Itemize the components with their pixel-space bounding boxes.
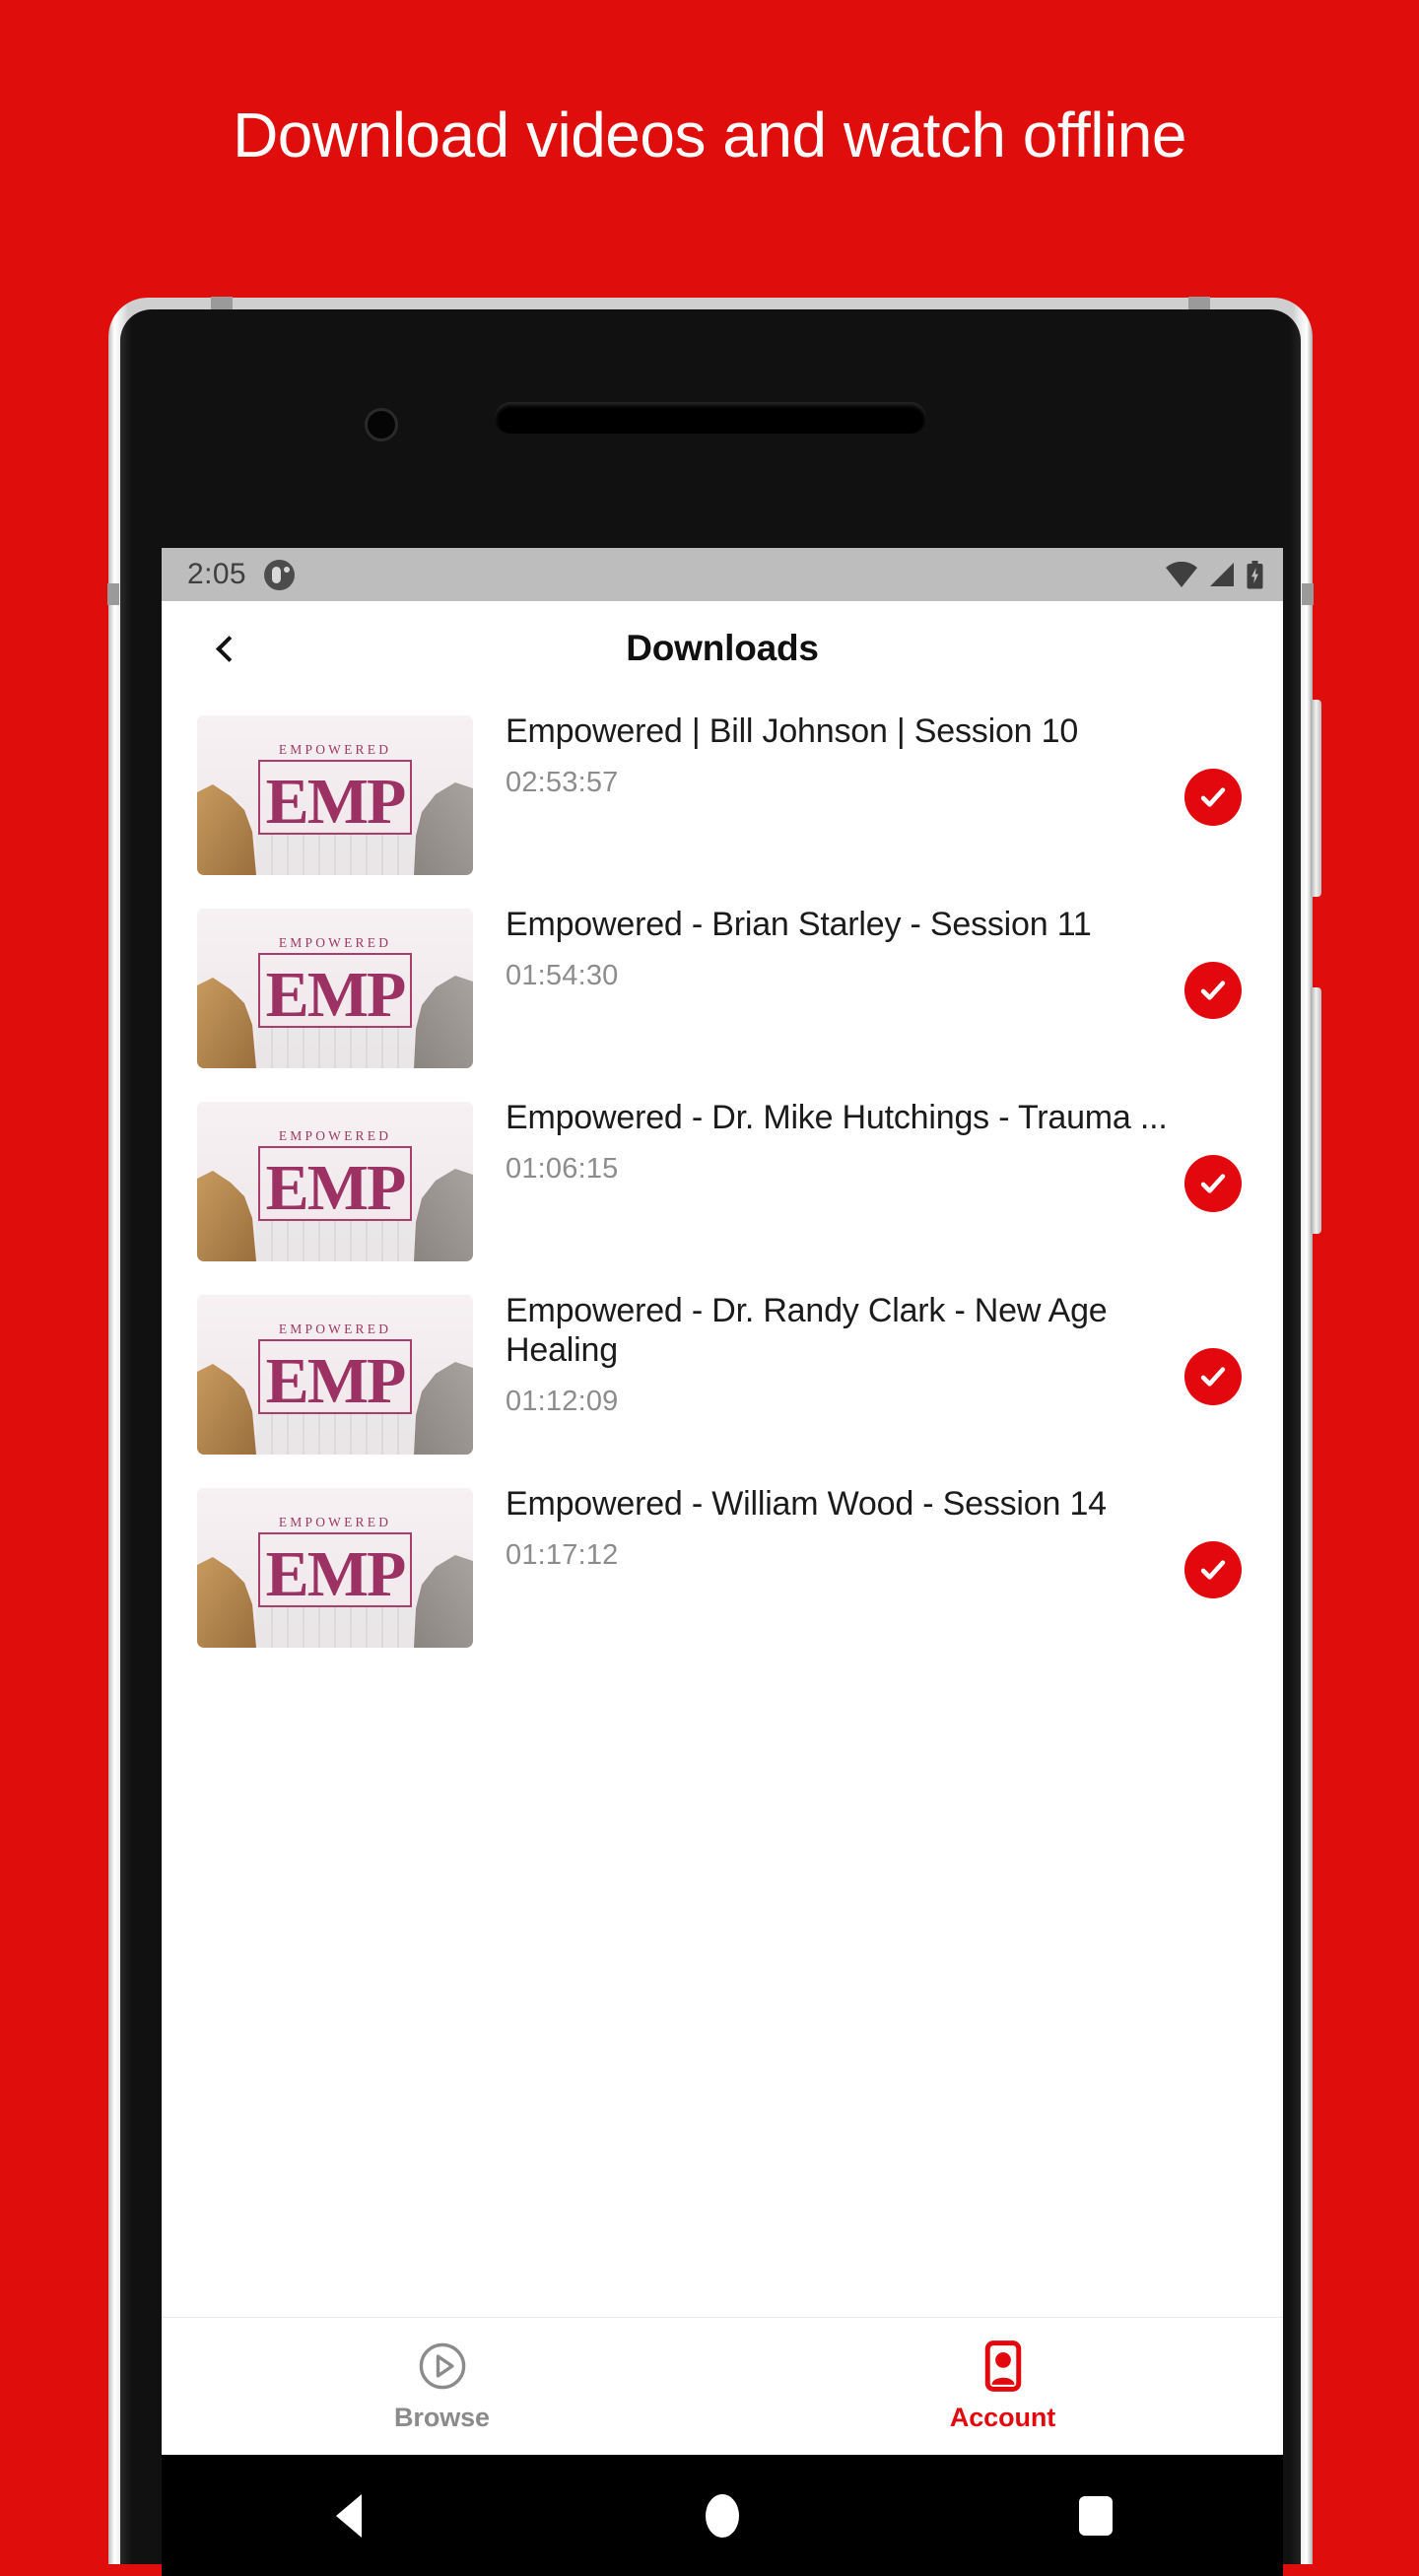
download-list-item[interactable]: EMPOWERED EMP Empowered | Bill Johnson |… [162, 696, 1283, 889]
home-circle-icon [705, 2493, 739, 2538]
svg-text:EMPOWERED: EMPOWERED [279, 1128, 391, 1143]
svg-text:EMP: EMP [266, 1152, 405, 1224]
svg-text:EMPOWERED: EMPOWERED [279, 742, 391, 757]
page-title: Downloads [626, 628, 819, 668]
downloaded-status-badge[interactable] [1184, 962, 1242, 1019]
tab-account-label: Account [949, 2403, 1056, 2432]
svg-text:EMPOWERED: EMPOWERED [279, 935, 391, 950]
device-antenna-tab-top-right [1188, 297, 1210, 310]
power-button[interactable] [1311, 700, 1321, 897]
download-list-item[interactable]: EMPOWERED EMP Empowered - Dr. Randy Clar… [162, 1275, 1283, 1468]
svg-text:EMP: EMP [266, 959, 405, 1031]
download-item-title: Empowered | Bill Johnson | Session 10 [506, 712, 1079, 750]
tab-browse-label: Browse [394, 2403, 490, 2432]
video-thumbnail: EMPOWERED EMP [197, 715, 473, 875]
download-item-duration: 01:06:15 [506, 1153, 619, 1186]
recents-square-icon [1079, 2495, 1114, 2536]
downloaded-status-badge[interactable] [1184, 769, 1242, 826]
play-circle-icon [419, 2342, 465, 2390]
status-bar: 2:05 [162, 548, 1283, 601]
back-button[interactable] [197, 620, 254, 677]
download-list-item[interactable]: EMPOWERED EMP Empowered - William Wood -… [162, 1468, 1283, 1661]
volume-button[interactable] [1311, 987, 1321, 1234]
bottom-tab-bar: Browse Account [162, 2317, 1283, 2455]
earpiece-speaker-icon [495, 402, 926, 434]
video-thumbnail: EMPOWERED EMP [197, 1488, 473, 1648]
android-home-button[interactable] [535, 2493, 909, 2538]
check-icon [1200, 1174, 1226, 1193]
svg-text:EMPOWERED: EMPOWERED [279, 1322, 391, 1336]
downloaded-status-badge[interactable] [1184, 1155, 1242, 1212]
phone-screen: 2:05 Downloads EMPOWERED EMP Empowered |… [162, 548, 1283, 2576]
back-chevron-icon [215, 635, 242, 662]
downloads-list: EMPOWERED EMP Empowered | Bill Johnson |… [162, 696, 1283, 1661]
cellular-signal-icon [1210, 563, 1234, 586]
tab-account[interactable]: Account [722, 2318, 1283, 2455]
downloaded-status-badge[interactable] [1184, 1348, 1242, 1405]
download-item-details: Empowered - Dr. Mike Hutchings - Trauma … [473, 1096, 1184, 1186]
video-thumbnail: EMPOWERED EMP [197, 1295, 473, 1455]
promo-headline: Download videos and watch offline [233, 100, 1186, 170]
svg-text:EMP: EMP [266, 766, 405, 838]
download-item-details: Empowered - Brian Starley - Session 11 0… [473, 903, 1184, 992]
download-item-title: Empowered - Dr. Randy Clark - New Age He… [506, 1292, 1108, 1370]
download-item-title: Empowered - Dr. Mike Hutchings - Trauma … [506, 1099, 1168, 1136]
svg-text:EMP: EMP [266, 1345, 405, 1417]
app-bar: Downloads [162, 601, 1283, 696]
empowered-logo-thumbnail-icon: EMPOWERED EMP [197, 1102, 473, 1261]
android-navigation-bar [162, 2455, 1283, 2576]
downloaded-status-badge[interactable] [1184, 1541, 1242, 1598]
empowered-logo-thumbnail-icon: EMPOWERED EMP [197, 1488, 473, 1648]
phone-bezel: 2:05 Downloads EMPOWERED EMP Empowered |… [120, 309, 1301, 2576]
device-antenna-tab-top-left [211, 297, 233, 310]
status-bar-clock: 2:05 [187, 558, 246, 590]
download-item-title: Empowered - Brian Starley - Session 11 [506, 906, 1092, 943]
empowered-logo-thumbnail-icon: EMPOWERED EMP [197, 909, 473, 1068]
svg-text:EMP: EMP [266, 1538, 405, 1610]
empowered-logo-thumbnail-icon: EMPOWERED EMP [197, 715, 473, 875]
download-item-details: Empowered - William Wood - Session 14 01… [473, 1482, 1184, 1572]
svg-text:EMPOWERED: EMPOWERED [279, 1515, 391, 1529]
download-item-details: Empowered | Bill Johnson | Session 10 02… [473, 710, 1184, 799]
status-bar-system-icons [1166, 560, 1263, 589]
download-list-item[interactable]: EMPOWERED EMP Empowered - Dr. Mike Hutch… [162, 1082, 1283, 1275]
android-back-button[interactable] [162, 2493, 535, 2538]
check-icon [1200, 1367, 1226, 1387]
check-icon [1200, 981, 1226, 1000]
empowered-logo-thumbnail-icon: EMPOWERED EMP [197, 1295, 473, 1455]
video-thumbnail: EMPOWERED EMP [197, 909, 473, 1068]
back-triangle-icon [335, 2493, 362, 2538]
android-recents-button[interactable] [910, 2495, 1283, 2536]
battery-charging-icon [1247, 560, 1263, 588]
check-icon [1200, 1560, 1226, 1580]
app-notification-icon [264, 559, 295, 590]
download-list-item[interactable]: EMPOWERED EMP Empowered - Brian Starley … [162, 889, 1283, 1082]
person-card-icon [984, 2340, 1021, 2392]
tab-browse[interactable]: Browse [162, 2318, 722, 2455]
phone-device-mockup: 2:05 Downloads EMPOWERED EMP Empowered |… [107, 297, 1321, 2576]
video-thumbnail: EMPOWERED EMP [197, 1102, 473, 1261]
device-antenna-tab-right [1302, 583, 1314, 605]
download-item-duration: 02:53:57 [506, 767, 619, 799]
download-item-duration: 01:17:12 [506, 1539, 619, 1572]
wifi-icon [1166, 562, 1197, 587]
check-icon [1200, 787, 1226, 807]
download-item-duration: 01:12:09 [506, 1386, 619, 1418]
device-antenna-tab-left [107, 583, 119, 605]
download-item-details: Empowered - Dr. Randy Clark - New Age He… [473, 1289, 1184, 1418]
front-camera-icon [365, 408, 398, 441]
download-item-title: Empowered - William Wood - Session 14 [506, 1485, 1107, 1523]
download-item-duration: 01:54:30 [506, 960, 619, 992]
